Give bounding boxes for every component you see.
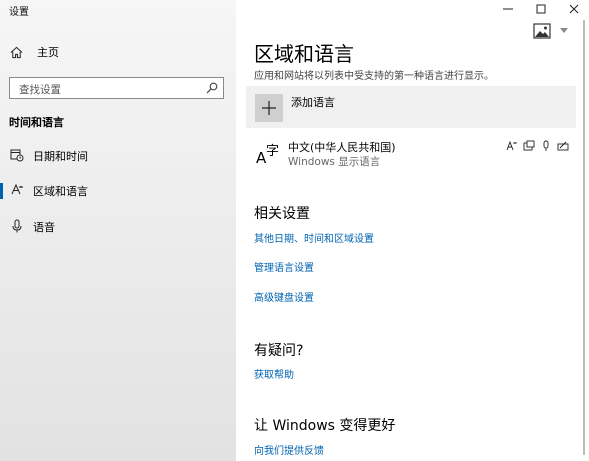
picture-icon bbox=[533, 23, 551, 39]
close-icon bbox=[569, 4, 579, 14]
scrollbar[interactable] bbox=[583, 20, 585, 455]
region-language-icon bbox=[11, 183, 23, 195]
minimize-button[interactable] bbox=[493, 0, 523, 18]
search-placeholder: 查找设置 bbox=[19, 84, 61, 96]
add-language-label: 添加语言 bbox=[291, 96, 335, 109]
sidebar-item-date-time[interactable]: 日期和时间 bbox=[0, 142, 236, 168]
search-input[interactable]: 查找设置 bbox=[9, 77, 224, 99]
sidebar-group-title: 时间和语言 bbox=[9, 116, 64, 129]
display-language-icon bbox=[506, 140, 517, 151]
handwriting-icon bbox=[557, 141, 569, 151]
close-button[interactable] bbox=[559, 0, 589, 18]
other-date-time-region-link[interactable]: 其他日期、时间和区域设置 bbox=[254, 230, 374, 245]
related-settings-heading: 相关设置 bbox=[254, 206, 310, 222]
advanced-keyboard-settings-link[interactable]: 高级键盘设置 bbox=[254, 289, 314, 304]
question-heading: 有疑问? bbox=[254, 343, 304, 359]
sidebar-item-home[interactable]: 主页 bbox=[10, 43, 59, 61]
picture-button[interactable] bbox=[531, 22, 573, 42]
speech-recognition-icon bbox=[543, 140, 549, 151]
sidebar-item-label: 区域和语言 bbox=[33, 185, 88, 198]
sidebar-item-speech[interactable]: 语音 bbox=[0, 213, 236, 239]
page-title: 区域和语言 bbox=[254, 42, 354, 66]
sidebar-item-label: 主页 bbox=[37, 46, 59, 59]
home-icon bbox=[10, 46, 23, 58]
app-title: 设置 bbox=[9, 7, 29, 18]
language-list-item[interactable]: A 字 中文(中华人民共和国) Windows 显示语言 bbox=[246, 134, 576, 174]
sidebar-item-label: 日期和时间 bbox=[33, 150, 88, 163]
microphone-icon bbox=[12, 219, 22, 233]
maximize-icon bbox=[536, 4, 546, 14]
search-icon[interactable] bbox=[206, 82, 218, 94]
improve-windows-heading: 让 Windows 变得更好 bbox=[254, 418, 396, 434]
get-help-link[interactable]: 获取帮助 bbox=[254, 366, 294, 381]
manage-language-settings-link[interactable]: 管理语言设置 bbox=[254, 259, 314, 274]
add-language-button[interactable]: 添加语言 bbox=[246, 86, 576, 128]
give-feedback-link[interactable]: 向我们提供反馈 bbox=[254, 442, 324, 457]
language-subtitle: Windows 显示语言 bbox=[288, 156, 381, 168]
maximize-button[interactable] bbox=[526, 0, 556, 18]
page-description: 应用和网站将以列表中受支持的第一种语言进行显示。 bbox=[254, 71, 494, 82]
language-name: 中文(中华人民共和国) bbox=[288, 141, 396, 154]
text-to-speech-icon bbox=[523, 140, 535, 151]
sidebar-item-region-language[interactable]: 区域和语言 bbox=[0, 177, 236, 203]
sidebar-item-label: 语音 bbox=[33, 221, 55, 234]
chevron-down-icon bbox=[560, 28, 568, 33]
calendar-clock-icon bbox=[10, 149, 24, 162]
plus-icon bbox=[255, 94, 283, 122]
sidebar: 设置 主页 查找设置 时间和语言 日期和时间 区域和语言 语音 bbox=[0, 0, 236, 461]
minimize-icon bbox=[503, 8, 513, 10]
language-glyph-icon: A 字 bbox=[256, 144, 280, 167]
